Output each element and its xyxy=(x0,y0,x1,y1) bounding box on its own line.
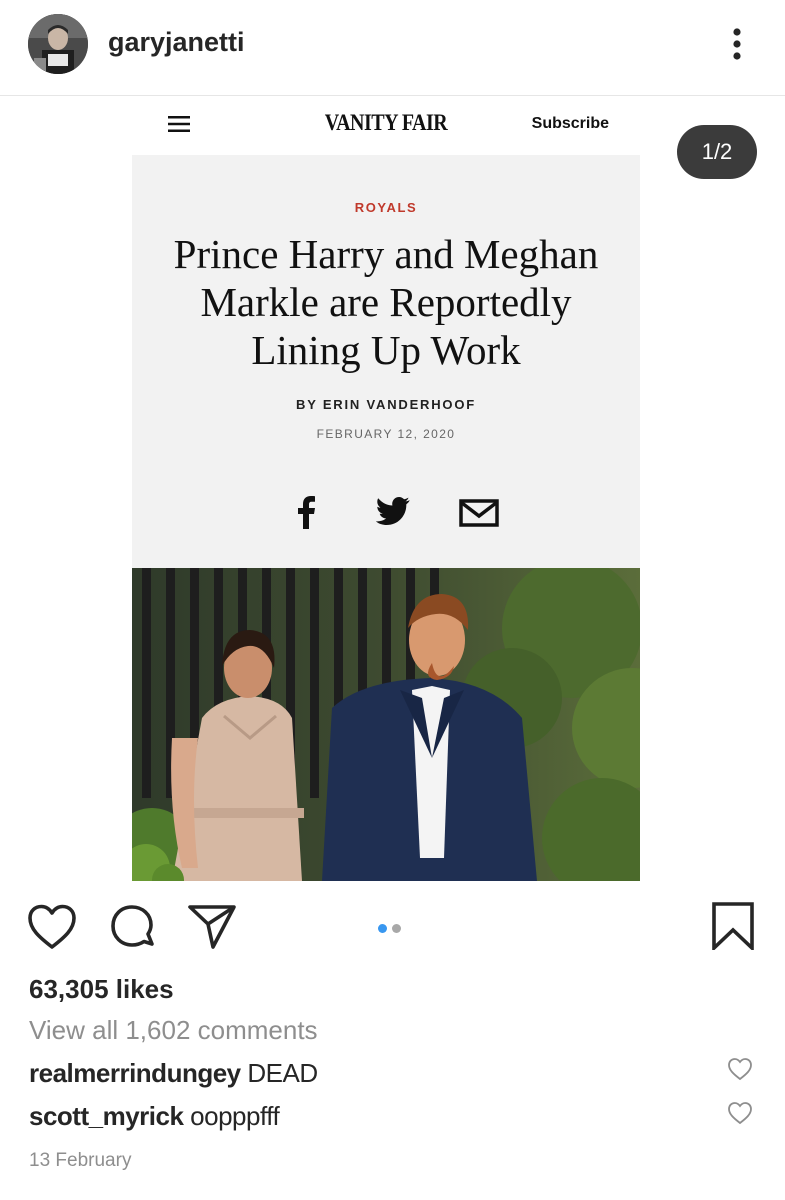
heart-icon[interactable] xyxy=(27,904,77,950)
post-media[interactable]: VANITY FAIR Subscribe ROYALS Prince Harr… xyxy=(0,97,785,882)
carousel-indicator xyxy=(378,920,406,933)
headline-line: Lining Up Work xyxy=(251,327,521,373)
article-header: ROYALS Prince Harry and Meghan Markle ar… xyxy=(132,155,640,568)
comment-author[interactable]: scott_myrick xyxy=(29,1101,184,1131)
bookmark-icon[interactable] xyxy=(712,902,754,950)
facebook-icon xyxy=(298,496,315,529)
subscribe-link: Subscribe xyxy=(531,115,609,132)
comment-text: oopppfff xyxy=(190,1101,280,1131)
article-byline: BY ERIN VANDERHOOF xyxy=(296,397,476,412)
twitter-icon xyxy=(376,497,410,525)
post-actions xyxy=(0,882,785,972)
carousel-dot xyxy=(392,924,401,933)
article-headline: Prince Harry and Meghan Markle are Repor… xyxy=(142,230,630,374)
post-header: garyjanetti xyxy=(0,0,785,96)
comment-author[interactable]: realmerrindungey xyxy=(29,1058,241,1088)
likes-count[interactable]: 63,305 likes xyxy=(29,974,174,1005)
avatar-image xyxy=(28,14,88,74)
comment: scott_myrick oopppfff xyxy=(29,1101,280,1132)
view-all-comments-link[interactable]: View all 1,602 comments xyxy=(29,1015,318,1046)
mail-icon xyxy=(459,499,499,527)
username[interactable]: garyjanetti xyxy=(108,27,245,58)
more-vertical-icon[interactable] xyxy=(722,24,752,64)
headline-line: Markle are Reportedly xyxy=(200,279,572,325)
comment-icon[interactable] xyxy=(108,904,156,952)
article-kicker: ROYALS xyxy=(354,200,418,215)
headline-line: Prince Harry and Meghan xyxy=(173,231,599,277)
comment-text: DEAD xyxy=(247,1058,318,1088)
post-timestamp: 13 February xyxy=(29,1150,132,1171)
share-icon[interactable] xyxy=(187,904,237,950)
article-screenshot: VANITY FAIR Subscribe ROYALS Prince Harr… xyxy=(132,97,640,881)
article-date: FEBRUARY 12, 2020 xyxy=(316,427,456,441)
article-photo xyxy=(132,568,640,881)
slide-counter-badge: 1/2 xyxy=(677,125,757,179)
avatar[interactable] xyxy=(28,14,88,74)
carousel-dot-active xyxy=(378,924,387,933)
comment-like-heart-icon[interactable] xyxy=(727,1057,753,1081)
site-header: VANITY FAIR Subscribe xyxy=(132,97,640,155)
comment: realmerrindungey DEAD xyxy=(29,1058,318,1089)
comment-like-heart-icon[interactable] xyxy=(727,1101,753,1125)
